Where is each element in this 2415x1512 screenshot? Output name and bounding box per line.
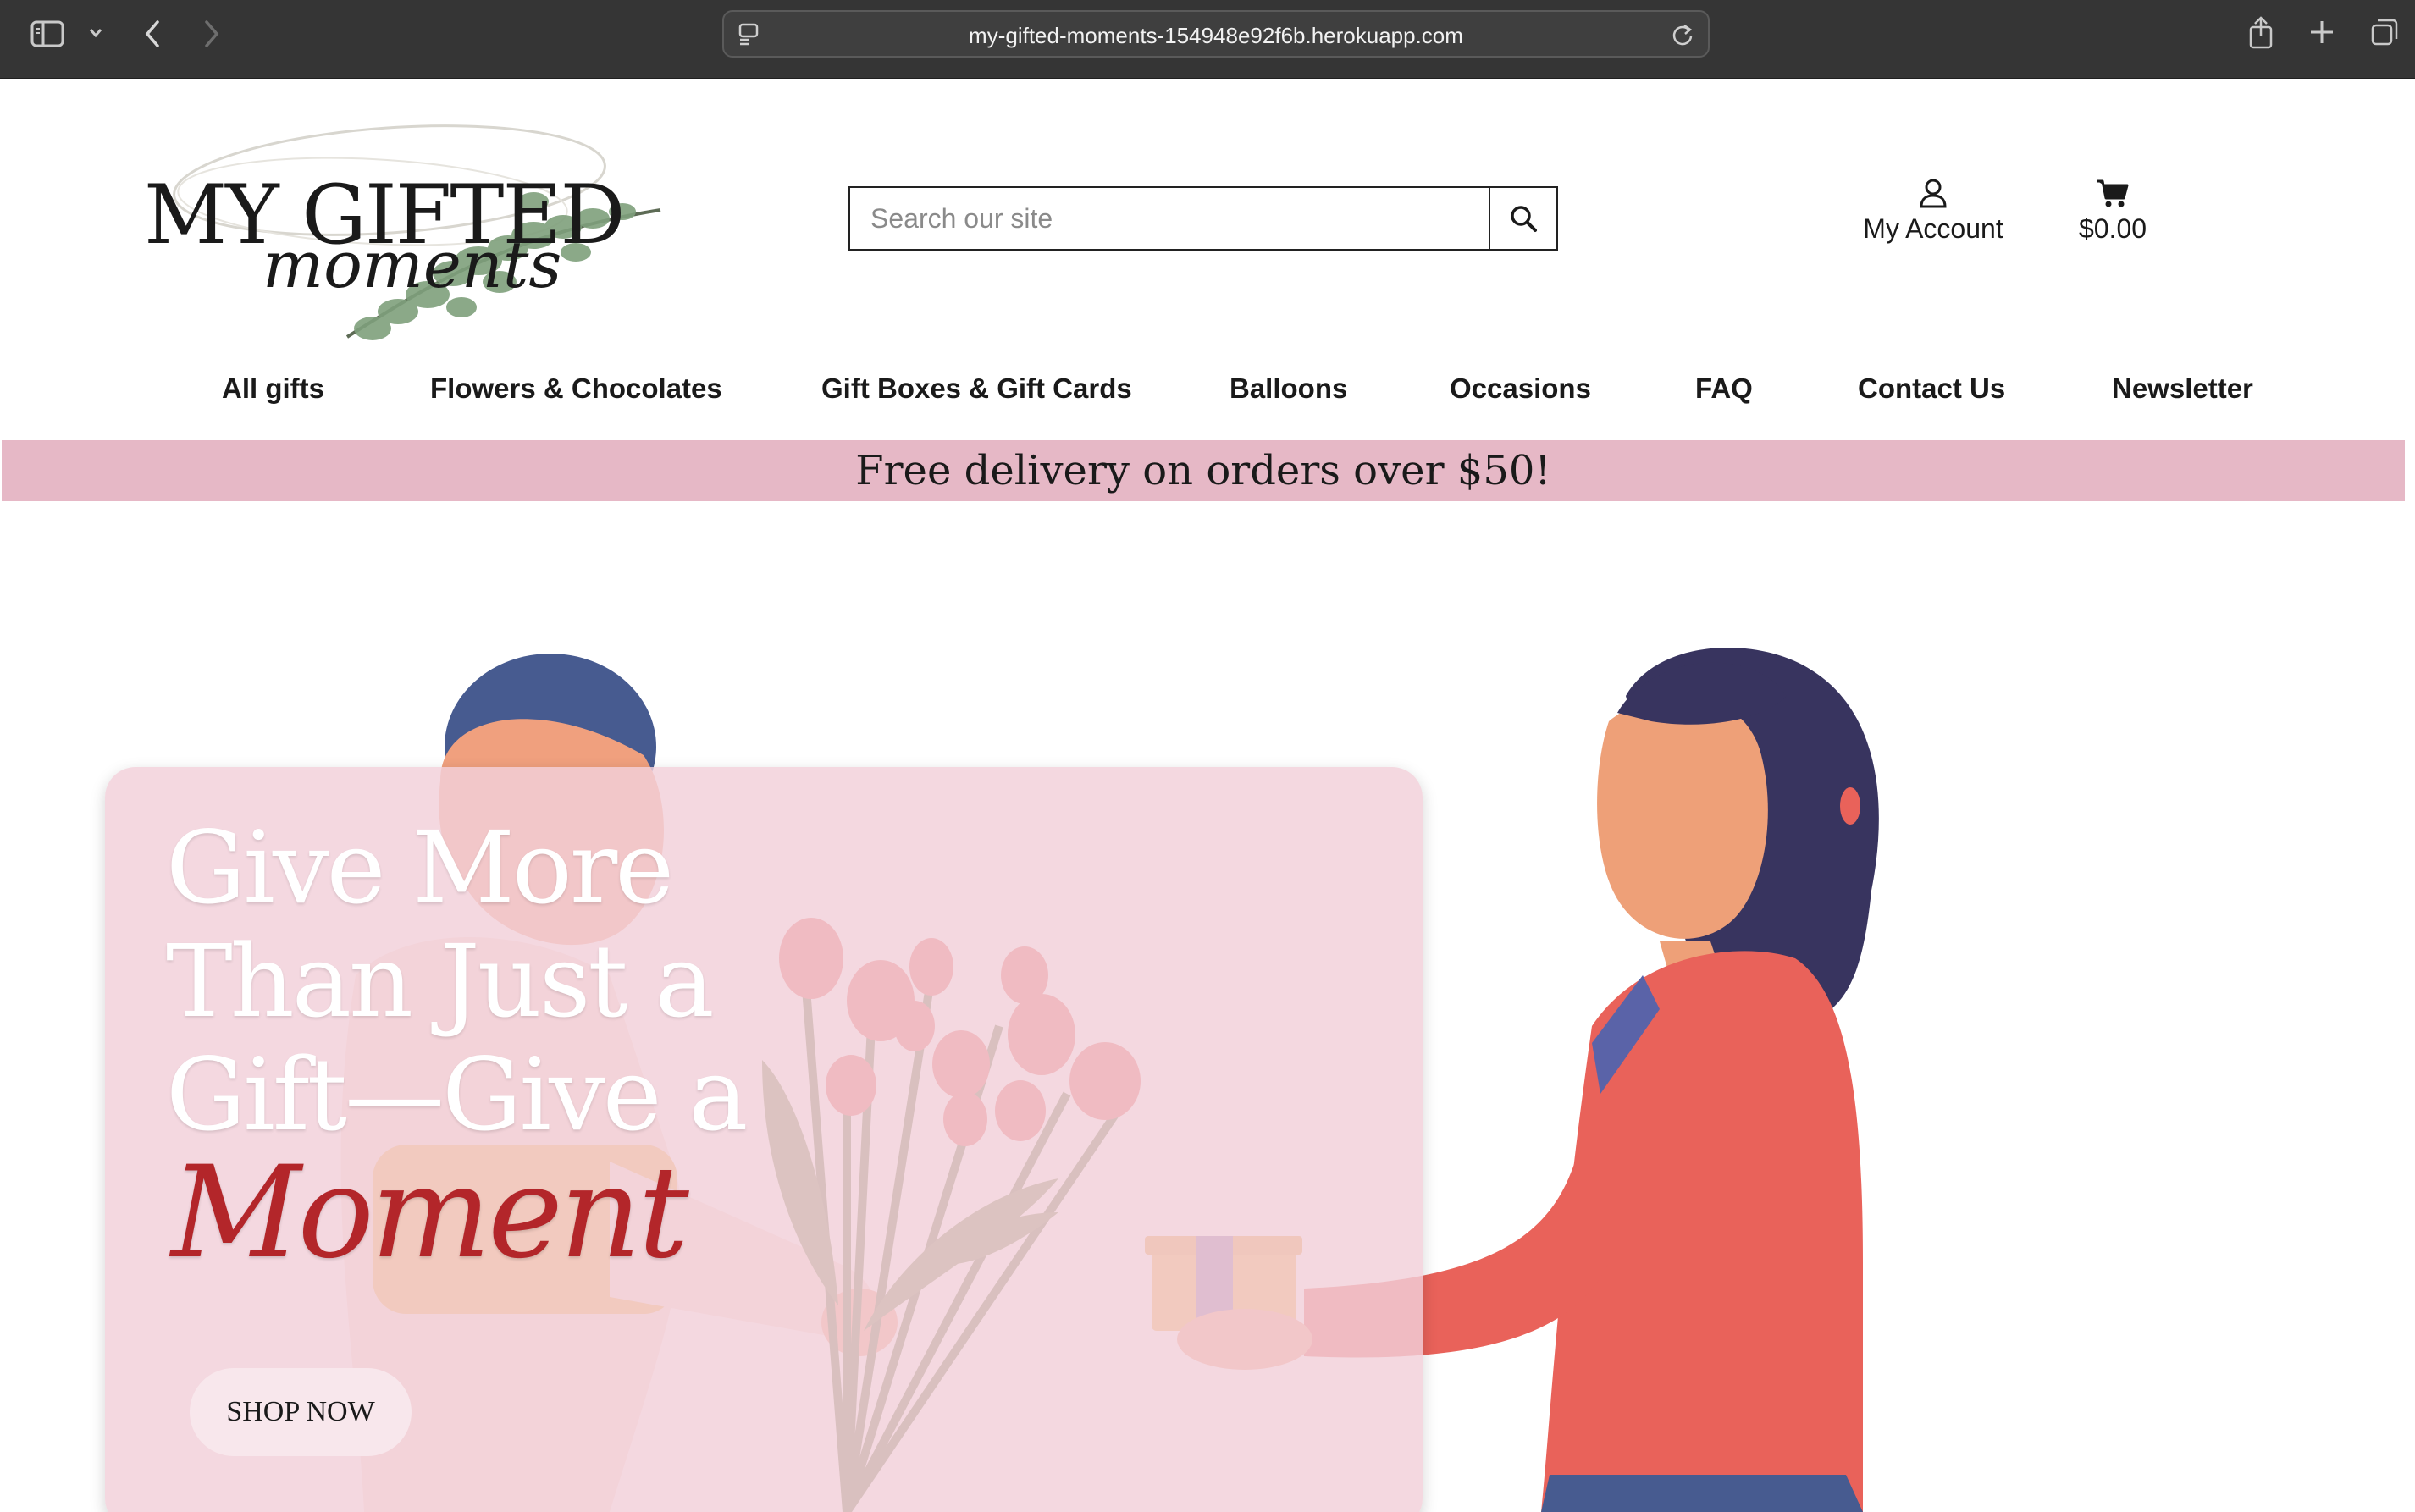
- reload-icon[interactable]: [1671, 22, 1694, 47]
- site-logo[interactable]: MY GIFTED moments: [135, 100, 677, 354]
- nav-balloons[interactable]: Balloons: [1230, 372, 1347, 405]
- nav-all-gifts[interactable]: All gifts: [222, 372, 324, 405]
- hero-headline-line: Give More: [166, 809, 674, 926]
- hero-headline-line: Than Just a: [166, 923, 715, 1040]
- new-tab-icon[interactable]: [2308, 19, 2335, 46]
- nav-newsletter[interactable]: Newsletter: [2112, 372, 2253, 405]
- user-icon: [1920, 179, 1947, 208]
- main-navigation: All gifts Flowers & Chocolates Gift Boxe…: [0, 372, 2415, 415]
- my-account-label: My Account: [1863, 213, 2003, 244]
- hero-section: Give More Than Just a Gift—Give a Moment…: [0, 501, 2415, 1512]
- hero-highlight-word: Moment: [171, 1140, 689, 1287]
- search-input[interactable]: [850, 188, 1490, 249]
- search-button[interactable]: [1489, 188, 1556, 249]
- chevron-down-icon[interactable]: [88, 27, 103, 39]
- search-icon: [1511, 206, 1537, 232]
- browser-toolbar: my-gifted-moments-154948e92f6b.herokuapp…: [0, 0, 2415, 79]
- nav-flowers-chocolates[interactable]: Flowers & Chocolates: [430, 372, 722, 405]
- address-bar[interactable]: my-gifted-moments-154948e92f6b.herokuapp…: [722, 10, 1710, 58]
- forward-icon[interactable]: [202, 19, 222, 49]
- url-text: my-gifted-moments-154948e92f6b.herokuapp…: [969, 23, 1463, 48]
- cart-icon: [2097, 179, 2129, 207]
- cart-link[interactable]: $0.00: [2058, 178, 2168, 245]
- hero-headline: Give More Than Just a Gift—Give a: [166, 809, 748, 1153]
- my-account-link[interactable]: My Account: [1844, 178, 2022, 245]
- back-icon[interactable]: [142, 19, 163, 49]
- sidebar-icon[interactable]: [30, 20, 64, 47]
- hero-card: Give More Than Just a Gift—Give a Moment…: [105, 767, 1423, 1512]
- nav-gift-boxes[interactable]: Gift Boxes & Gift Cards: [821, 372, 1132, 405]
- share-icon[interactable]: [2247, 15, 2274, 49]
- search-form: [848, 186, 1558, 251]
- shop-now-button[interactable]: SHOP NOW: [190, 1368, 412, 1456]
- shop-now-label: SHOP NOW: [226, 1396, 375, 1427]
- tabs-icon[interactable]: [2369, 17, 2400, 47]
- hero-headline-line: Gift—Give a: [166, 1036, 748, 1153]
- nav-contact-us[interactable]: Contact Us: [1858, 372, 2005, 405]
- delivery-banner: Free delivery on orders over $50!: [2, 440, 2405, 501]
- nav-faq[interactable]: FAQ: [1695, 372, 1753, 405]
- banner-text: Free delivery on orders over $50!: [855, 447, 1551, 494]
- logo-subtitle: moments: [262, 227, 562, 302]
- nav-occasions[interactable]: Occasions: [1450, 372, 1591, 405]
- cart-total: $0.00: [2078, 213, 2147, 244]
